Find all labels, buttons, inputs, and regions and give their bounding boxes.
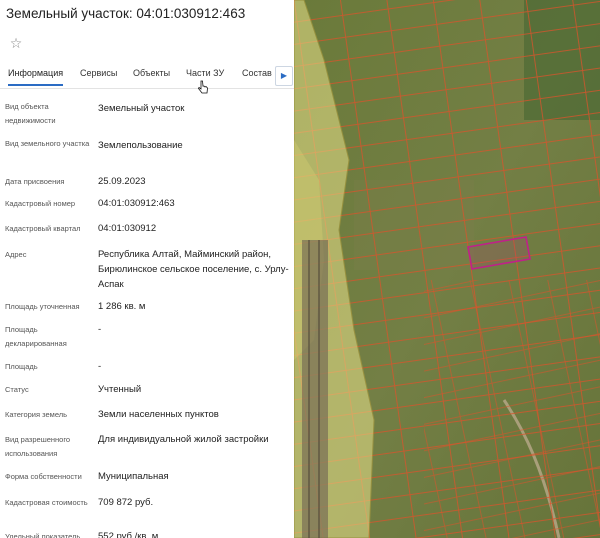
field-value: - xyxy=(98,361,102,372)
field-value: 04:01:030912 xyxy=(98,223,157,234)
star-icon[interactable]: ☆ xyxy=(6,33,26,53)
field-label: Кадастровый квартал xyxy=(5,224,81,233)
field-label: Вид разрешенного использования xyxy=(5,435,71,458)
field-label: Форма собственности xyxy=(5,472,82,481)
field-value: Земельный участок xyxy=(98,103,185,114)
tab-bar: Информация Сервисы Объекты Части ЗУ Сост… xyxy=(0,62,294,89)
field-label: Площадь уточненная xyxy=(5,302,80,311)
field-label: Адрес xyxy=(5,250,27,259)
tab-info[interactable]: Информация xyxy=(8,68,64,86)
field-value: 04:01:030912:463 xyxy=(98,198,175,209)
field-value: Для индивидуальной жилой застройки xyxy=(98,434,269,445)
field-value: 25.09.2023 xyxy=(98,176,146,187)
field-label: Удельный показатель xyxy=(5,532,81,538)
field-value: 709 872 руб. xyxy=(98,497,154,508)
cursor-pointer-icon xyxy=(198,80,208,94)
field-label: Вид земельного участка xyxy=(5,139,90,148)
tab-services[interactable]: Сервисы xyxy=(80,68,117,78)
field-value: Земли населенных пунктов xyxy=(98,409,219,420)
chevron-right-icon[interactable]: ▶ xyxy=(275,66,293,86)
map-view[interactable] xyxy=(294,0,600,538)
field-value: - xyxy=(98,324,102,335)
field-value: Муниципальная xyxy=(98,471,169,482)
satellite-map[interactable] xyxy=(294,0,600,538)
parcel-grid-secondary xyxy=(424,280,600,538)
tab-parts[interactable]: Части ЗУ xyxy=(186,68,224,78)
field-value: Республика Алтай, Майминский район, Бирю… xyxy=(98,249,289,290)
info-panel: Земельный участок: 04:01:030912:463 ☆ Ин… xyxy=(0,0,294,538)
field-label: Вид объекта недвижимости xyxy=(5,102,56,125)
field-label: Дата присвоения xyxy=(5,177,65,186)
field-label: Площадь декларированная xyxy=(5,325,67,348)
field-label: Категория земель xyxy=(5,410,68,419)
field-value: 1 286 кв. м xyxy=(98,301,146,312)
field-value: 552 руб./кв. м xyxy=(98,531,159,538)
tab-objects[interactable]: Объекты xyxy=(133,68,170,78)
page-title: Земельный участок: 04:01:030912:463 xyxy=(6,6,246,21)
field-label: Площадь xyxy=(5,362,38,371)
tab-composition[interactable]: Состав xyxy=(242,68,272,78)
field-value: Землепользование xyxy=(98,140,183,151)
railway-strip xyxy=(302,240,328,538)
field-label: Кадастровый номер xyxy=(5,199,76,208)
field-value: Учтенный xyxy=(98,384,142,395)
field-label: Статус xyxy=(5,385,29,394)
field-label: Кадастровая стоимость xyxy=(5,498,88,507)
